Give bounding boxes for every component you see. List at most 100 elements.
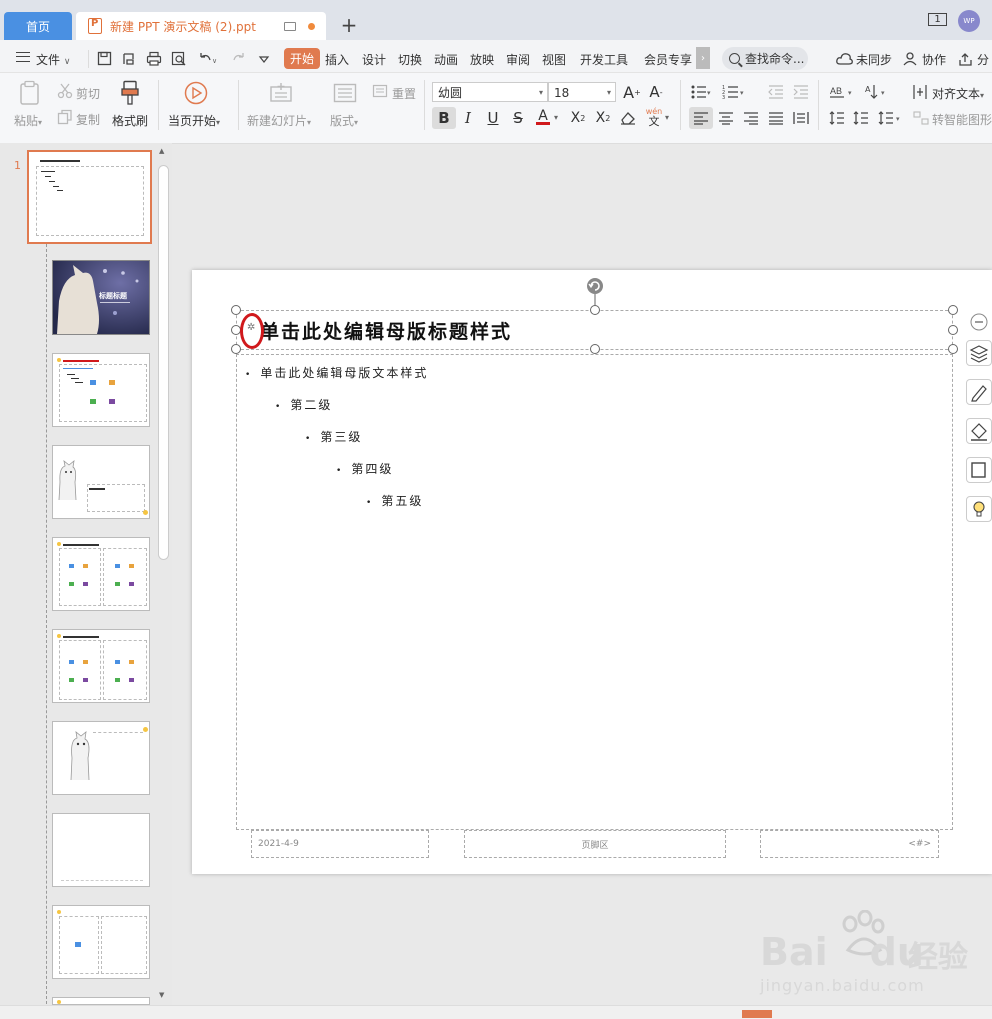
slide-thumbnail-layout-next[interactable] <box>52 997 150 1005</box>
align-right-icon[interactable] <box>743 111 759 125</box>
increase-font-size-icon[interactable]: A + <box>621 81 643 103</box>
slide-thumbnail-master[interactable] <box>27 150 152 244</box>
resize-handle-n[interactable] <box>590 305 600 315</box>
spacing-menu-icon[interactable]: ▾ <box>878 111 904 125</box>
play-icon[interactable] <box>184 81 208 105</box>
slide-title[interactable]: 单击此处编辑母版标题样式 <box>260 317 512 344</box>
command-search[interactable]: 查找命令... <box>722 47 808 70</box>
slide-thumbnail-layout-blank[interactable] <box>52 813 150 887</box>
menu-tab-developer[interactable]: 开发工具 <box>580 51 628 68</box>
chevron-down-icon[interactable]: ▾ <box>665 113 669 122</box>
text-level-4[interactable]: 第四级 <box>336 460 393 477</box>
shape-outline-tool[interactable] <box>966 457 992 483</box>
line-spacing-icon[interactable] <box>853 111 871 125</box>
scroll-up-icon[interactable]: ▲ <box>159 147 164 155</box>
collaborate-button[interactable]: 协作 <box>922 51 946 68</box>
fill-tool[interactable] <box>966 418 992 444</box>
slide-canvas[interactable]: 单击此处编辑母版标题样式 单击此处编辑母版文本样式 第二级 第三级 第四级 第五… <box>192 270 992 874</box>
align-text-icon[interactable] <box>912 84 928 100</box>
cut-button[interactable]: 剪切 <box>76 85 100 102</box>
menu-tab-start[interactable]: 开始 <box>284 48 320 69</box>
menu-tab-animation[interactable]: 动画 <box>434 51 458 68</box>
save-icon[interactable] <box>97 51 113 67</box>
line-spacing-sort-icon[interactable]: A ▾ <box>864 83 890 101</box>
resize-handle-nw[interactable] <box>231 305 241 315</box>
menu-tab-slideshow[interactable]: 放映 <box>470 51 494 68</box>
tab-home[interactable]: 首页 <box>4 12 72 40</box>
subscript-icon[interactable]: X2 <box>592 107 614 129</box>
resize-handle-se[interactable] <box>948 344 958 354</box>
resize-handle-ne[interactable] <box>948 305 958 315</box>
bold-icon[interactable]: B <box>433 107 455 129</box>
user-avatar[interactable]: WP <box>958 10 980 32</box>
anchor-icon[interactable]: ✲ <box>247 322 255 333</box>
print-preview-icon[interactable] <box>171 51 187 67</box>
numbered-list-icon[interactable]: 123▾ <box>722 84 748 100</box>
reset-button[interactable]: 重置 <box>392 85 416 102</box>
menu-file[interactable]: 文件 ∨ <box>36 51 70 68</box>
paste-button[interactable]: 粘贴▾ <box>14 112 42 129</box>
collapse-panel-icon[interactable] <box>970 313 988 331</box>
font-color-icon[interactable]: A <box>532 105 554 127</box>
tab-document[interactable]: 新建 PPT 演示文稿 (2).ppt <box>76 12 326 40</box>
menu-tab-transition[interactable]: 切换 <box>398 51 422 68</box>
view-mode-indicator[interactable] <box>742 1010 772 1018</box>
slide-thumbnail-layout-content-caption[interactable] <box>52 905 150 979</box>
phonetic-guide-icon[interactable]: wén 文 <box>643 106 665 128</box>
monitor-icon[interactable] <box>284 21 296 31</box>
thumbnail-scrollbar-thumb[interactable] <box>158 165 169 560</box>
slide-thumbnail-layout-title[interactable]: 标题标题 <box>52 260 150 335</box>
reset-icon[interactable] <box>372 84 388 98</box>
paragraph-spacing-icon[interactable] <box>829 111 845 125</box>
text-direction-icon[interactable]: AB ▾ <box>829 84 857 100</box>
slide-thumbnail-layout-comparison[interactable] <box>52 629 150 703</box>
align-left-icon[interactable] <box>693 111 709 125</box>
pen-tool[interactable] <box>966 379 992 405</box>
sync-status[interactable]: 未同步 <box>856 51 892 68</box>
slide-thumbnail-layout-title-only[interactable] <box>52 721 150 795</box>
text-level-5[interactable]: 第五级 <box>366 492 423 509</box>
justify-icon[interactable] <box>768 111 784 125</box>
undo-icon[interactable]: ∨ <box>197 51 219 67</box>
bullet-list-icon[interactable]: ▾ <box>690 84 712 100</box>
smart-art-icon[interactable] <box>913 111 929 125</box>
align-text-button[interactable]: 对齐文本▾ <box>932 85 984 102</box>
cut-icon[interactable] <box>57 83 73 99</box>
hamburger-icon[interactable] <box>16 52 30 62</box>
font-name-select[interactable]: 幼圆 ▾ <box>432 82 548 102</box>
copy-icon[interactable] <box>57 109 73 125</box>
copy-button[interactable]: 复制 <box>76 111 100 128</box>
text-level-1[interactable]: 单击此处编辑母版文本样式 <box>245 364 428 381</box>
menu-tab-member[interactable]: 会员专享 <box>644 51 692 68</box>
export-icon[interactable] <box>121 51 137 67</box>
menu-tab-view[interactable]: 视图 <box>542 51 566 68</box>
format-painter-icon[interactable] <box>119 80 141 106</box>
menu-more-button[interactable]: › <box>696 47 710 69</box>
format-painter-button[interactable]: 格式刷 <box>112 112 148 129</box>
new-slide-icon[interactable] <box>268 82 294 104</box>
strikethrough-icon[interactable]: S <box>507 107 529 129</box>
underline-icon[interactable]: U <box>482 107 504 129</box>
body-placeholder[interactable] <box>236 354 953 830</box>
slide-thumbnail-layout-two-content[interactable] <box>52 537 150 611</box>
resize-handle-s[interactable] <box>590 344 600 354</box>
layout-icon[interactable] <box>333 83 357 103</box>
increase-indent-icon[interactable] <box>793 84 809 100</box>
superscript-icon[interactable]: X2 <box>567 107 589 129</box>
scroll-down-icon[interactable]: ▼ <box>159 991 164 999</box>
menu-tab-review[interactable]: 审阅 <box>506 51 530 68</box>
customize-quickaccess-icon[interactable] <box>257 51 271 67</box>
font-size-select[interactable]: 18 ▾ <box>548 82 616 102</box>
window-count-badge[interactable]: 1 <box>928 13 947 26</box>
menu-tab-design[interactable]: 设计 <box>362 51 386 68</box>
text-level-3[interactable]: 第三级 <box>305 428 362 445</box>
layout-button[interactable]: 版式▾ <box>330 112 358 129</box>
align-center-icon[interactable] <box>718 111 734 125</box>
italic-icon[interactable]: I <box>457 107 479 129</box>
print-icon[interactable] <box>146 51 162 67</box>
resize-handle-sw[interactable] <box>231 344 241 354</box>
share-button[interactable]: 分 <box>977 51 989 68</box>
slide-thumbnail-layout-picture[interactable] <box>52 445 150 519</box>
new-tab-button[interactable]: + <box>338 14 360 36</box>
redo-icon[interactable] <box>231 51 247 67</box>
